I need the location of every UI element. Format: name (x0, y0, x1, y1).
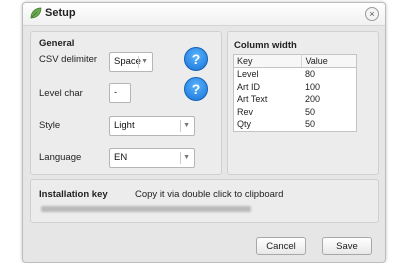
installation-panel[interactable]: Installation key Copy it via double clic… (30, 179, 379, 223)
table-row[interactable]: Rev 50 (234, 106, 357, 119)
leaf-icon (30, 7, 42, 19)
close-button[interactable]: × (365, 7, 379, 21)
language-label: Language (39, 152, 82, 163)
row-value[interactable]: 50 (302, 118, 357, 131)
column-width-heading: Column width (234, 40, 297, 51)
column-header-value[interactable]: Value (301, 54, 357, 68)
table-row[interactable]: Art ID 100 (234, 81, 357, 94)
installation-key-value[interactable] (41, 206, 251, 212)
installation-heading: Installation key (39, 189, 108, 200)
help-button-level[interactable]: ? (184, 77, 208, 101)
window-title: Setup (45, 7, 76, 19)
row-value[interactable]: 100 (302, 81, 357, 94)
style-label: Style (39, 120, 61, 131)
csv-delimiter-select[interactable]: Space ▼ (109, 52, 153, 72)
cancel-button[interactable]: Cancel (256, 237, 306, 255)
select-divider (180, 120, 181, 132)
general-heading: General (39, 38, 75, 49)
row-value[interactable]: 80 (302, 68, 357, 81)
close-icon: × (369, 9, 375, 19)
language-select[interactable]: EN ▼ (109, 148, 195, 168)
language-value: EN (114, 152, 128, 163)
column-width-panel: Column width Key Value Level 80 Art ID 100… (227, 31, 379, 175)
general-panel: General CSV delimiter Space ▼ ? Level ch… (30, 31, 222, 175)
row-key: Qty (237, 119, 252, 130)
row-key: Art Text (237, 94, 268, 105)
table-row[interactable]: Art Text 200 (234, 93, 357, 106)
level-char-label: Level char (39, 88, 83, 99)
help-button-csv[interactable]: ? (184, 47, 208, 71)
column-header-key[interactable]: Key (233, 54, 303, 68)
help-icon: ? (191, 81, 201, 97)
csv-delimiter-label: CSV delimiter (39, 54, 98, 65)
table-row[interactable]: Level 80 (234, 68, 357, 81)
style-select[interactable]: Light ▼ (109, 116, 195, 136)
installation-hint: Copy it via double click to clipboard (135, 189, 284, 200)
setup-dialog: Setup × General CSV delimiter Space ▼ ? … (22, 2, 386, 263)
chevron-down-icon: ▼ (141, 58, 148, 65)
table-header-row: Key Value (233, 54, 357, 68)
level-char-value: - (114, 87, 118, 98)
row-value[interactable]: 50 (302, 106, 357, 119)
style-value: Light (114, 120, 135, 131)
select-divider (180, 152, 181, 164)
level-char-input[interactable]: - (109, 83, 131, 103)
row-value[interactable]: 200 (302, 93, 357, 106)
save-button[interactable]: Save (322, 237, 372, 255)
select-divider (138, 56, 139, 68)
row-key: Level (237, 69, 259, 80)
table-row[interactable]: Qty 50 (234, 118, 357, 131)
title-bar: Setup × (23, 3, 385, 26)
row-key: Rev (237, 106, 254, 117)
csv-delimiter-value: Space (114, 56, 141, 67)
column-width-table: Key Value Level 80 Art ID 100 Art Text 200 … (233, 54, 357, 132)
row-key: Art ID (237, 81, 261, 92)
help-icon: ? (191, 51, 201, 67)
chevron-down-icon: ▼ (183, 122, 190, 129)
chevron-down-icon: ▼ (183, 154, 190, 161)
